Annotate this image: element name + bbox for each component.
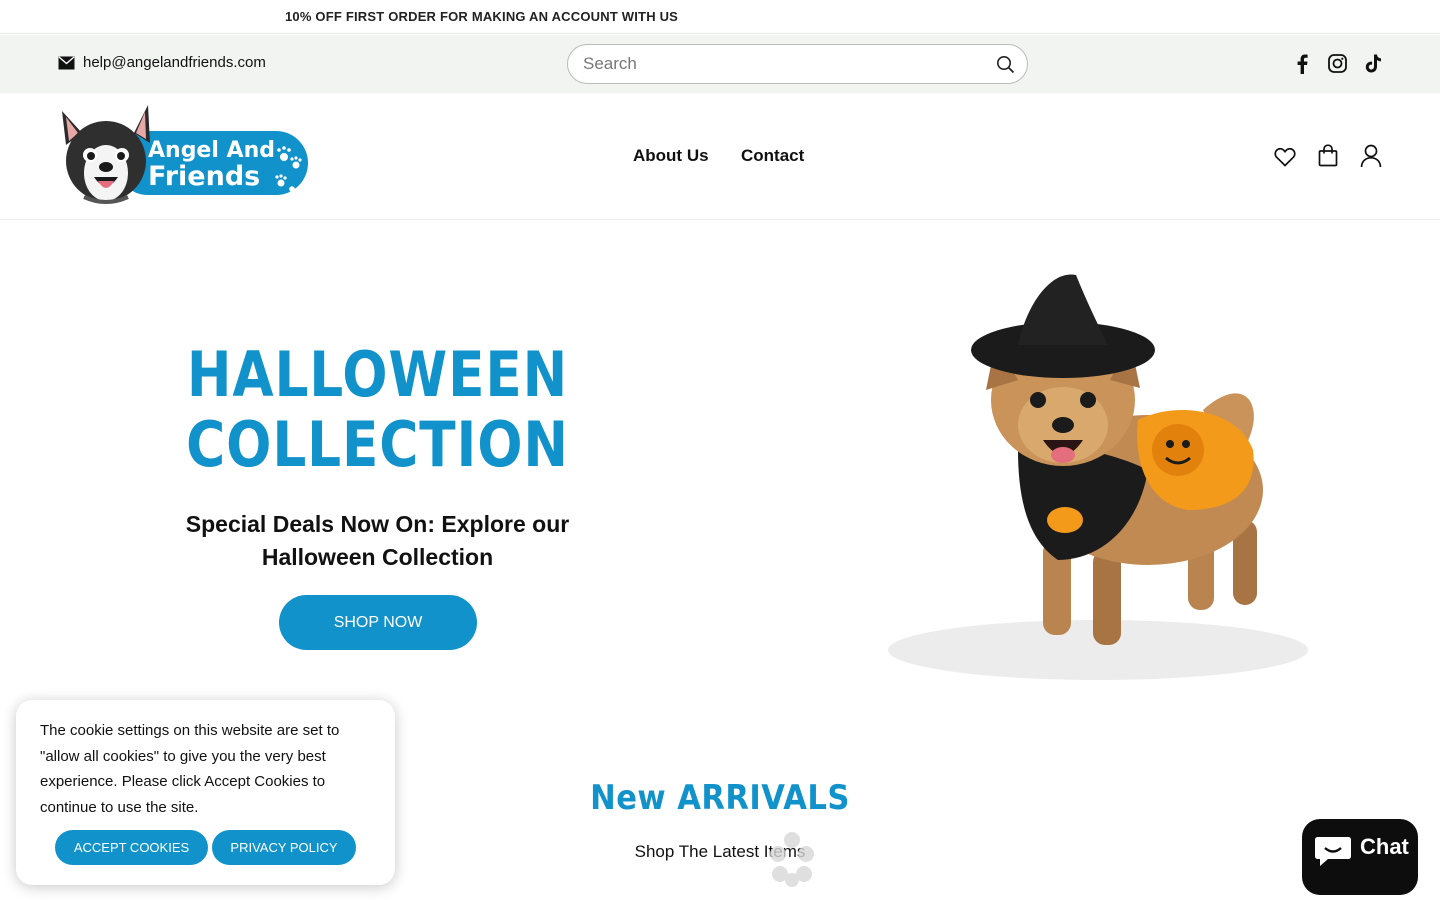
nav-about-us[interactable]: About Us (633, 146, 709, 166)
tiktok-icon[interactable] (1365, 54, 1382, 73)
accept-cookies-button[interactable]: ACCEPT COOKIES (55, 830, 208, 865)
search-box (567, 44, 1028, 84)
hero-subtitle-line2: Halloween Collection (261, 544, 494, 570)
chat-widget-button[interactable]: Chat (1302, 819, 1418, 895)
logo-text-line1: Angel And (148, 138, 275, 163)
chat-label: Chat (1360, 834, 1409, 859)
new-arrivals-title: New ARRIVALS (590, 778, 850, 818)
cookie-banner: The cookie settings on this website are … (16, 700, 395, 885)
hero-title-line2: COLLECTION (186, 408, 569, 481)
nav-contact[interactable]: Contact (741, 146, 804, 166)
site-header: Angel And Friends About Us Contact (0, 93, 1440, 220)
chat-bubble-icon (1315, 837, 1351, 866)
account-icon[interactable] (1360, 144, 1382, 168)
logo-text-line2: Friends (148, 161, 260, 192)
privacy-policy-button[interactable]: PRIVACY POLICY (212, 830, 356, 865)
email-text: help@angelandfriends.com (83, 54, 266, 71)
utility-bar: help@angelandfriends.com (0, 35, 1440, 93)
shop-now-button[interactable]: SHOP NOW (279, 595, 477, 650)
contact-email[interactable]: help@angelandfriends.com (58, 54, 266, 71)
hero-title: HALLOWEEN COLLECTION (182, 340, 573, 480)
instagram-icon[interactable] (1328, 54, 1347, 73)
brand-logo[interactable]: Angel And Friends (56, 103, 312, 207)
search-icon[interactable] (996, 55, 1015, 74)
announcement-text: 10% OFF FIRST ORDER FOR MAKING AN ACCOUN… (285, 9, 679, 24)
search-input[interactable] (583, 53, 983, 75)
facebook-icon[interactable] (1294, 54, 1310, 74)
hero-title-line1: HALLOWEEN (186, 338, 569, 411)
hero-subtitle-line1: Special Deals Now On: Explore our (185, 511, 570, 537)
announcement-bar: 10% OFF FIRST ORDER FOR MAKING AN ACCOUN… (0, 0, 1440, 34)
hero-image-dog-costume (848, 220, 1348, 720)
new-arrivals-subtitle: Shop The Latest Items (634, 842, 806, 861)
hero-subtitle: Special Deals Now On: Explore our Hallow… (160, 508, 595, 574)
bag-icon[interactable] (1318, 144, 1338, 167)
loading-paw-icon (770, 832, 814, 887)
mail-icon (58, 55, 75, 69)
heart-icon[interactable] (1274, 147, 1296, 167)
cookie-text: The cookie settings on this website are … (40, 722, 340, 816)
